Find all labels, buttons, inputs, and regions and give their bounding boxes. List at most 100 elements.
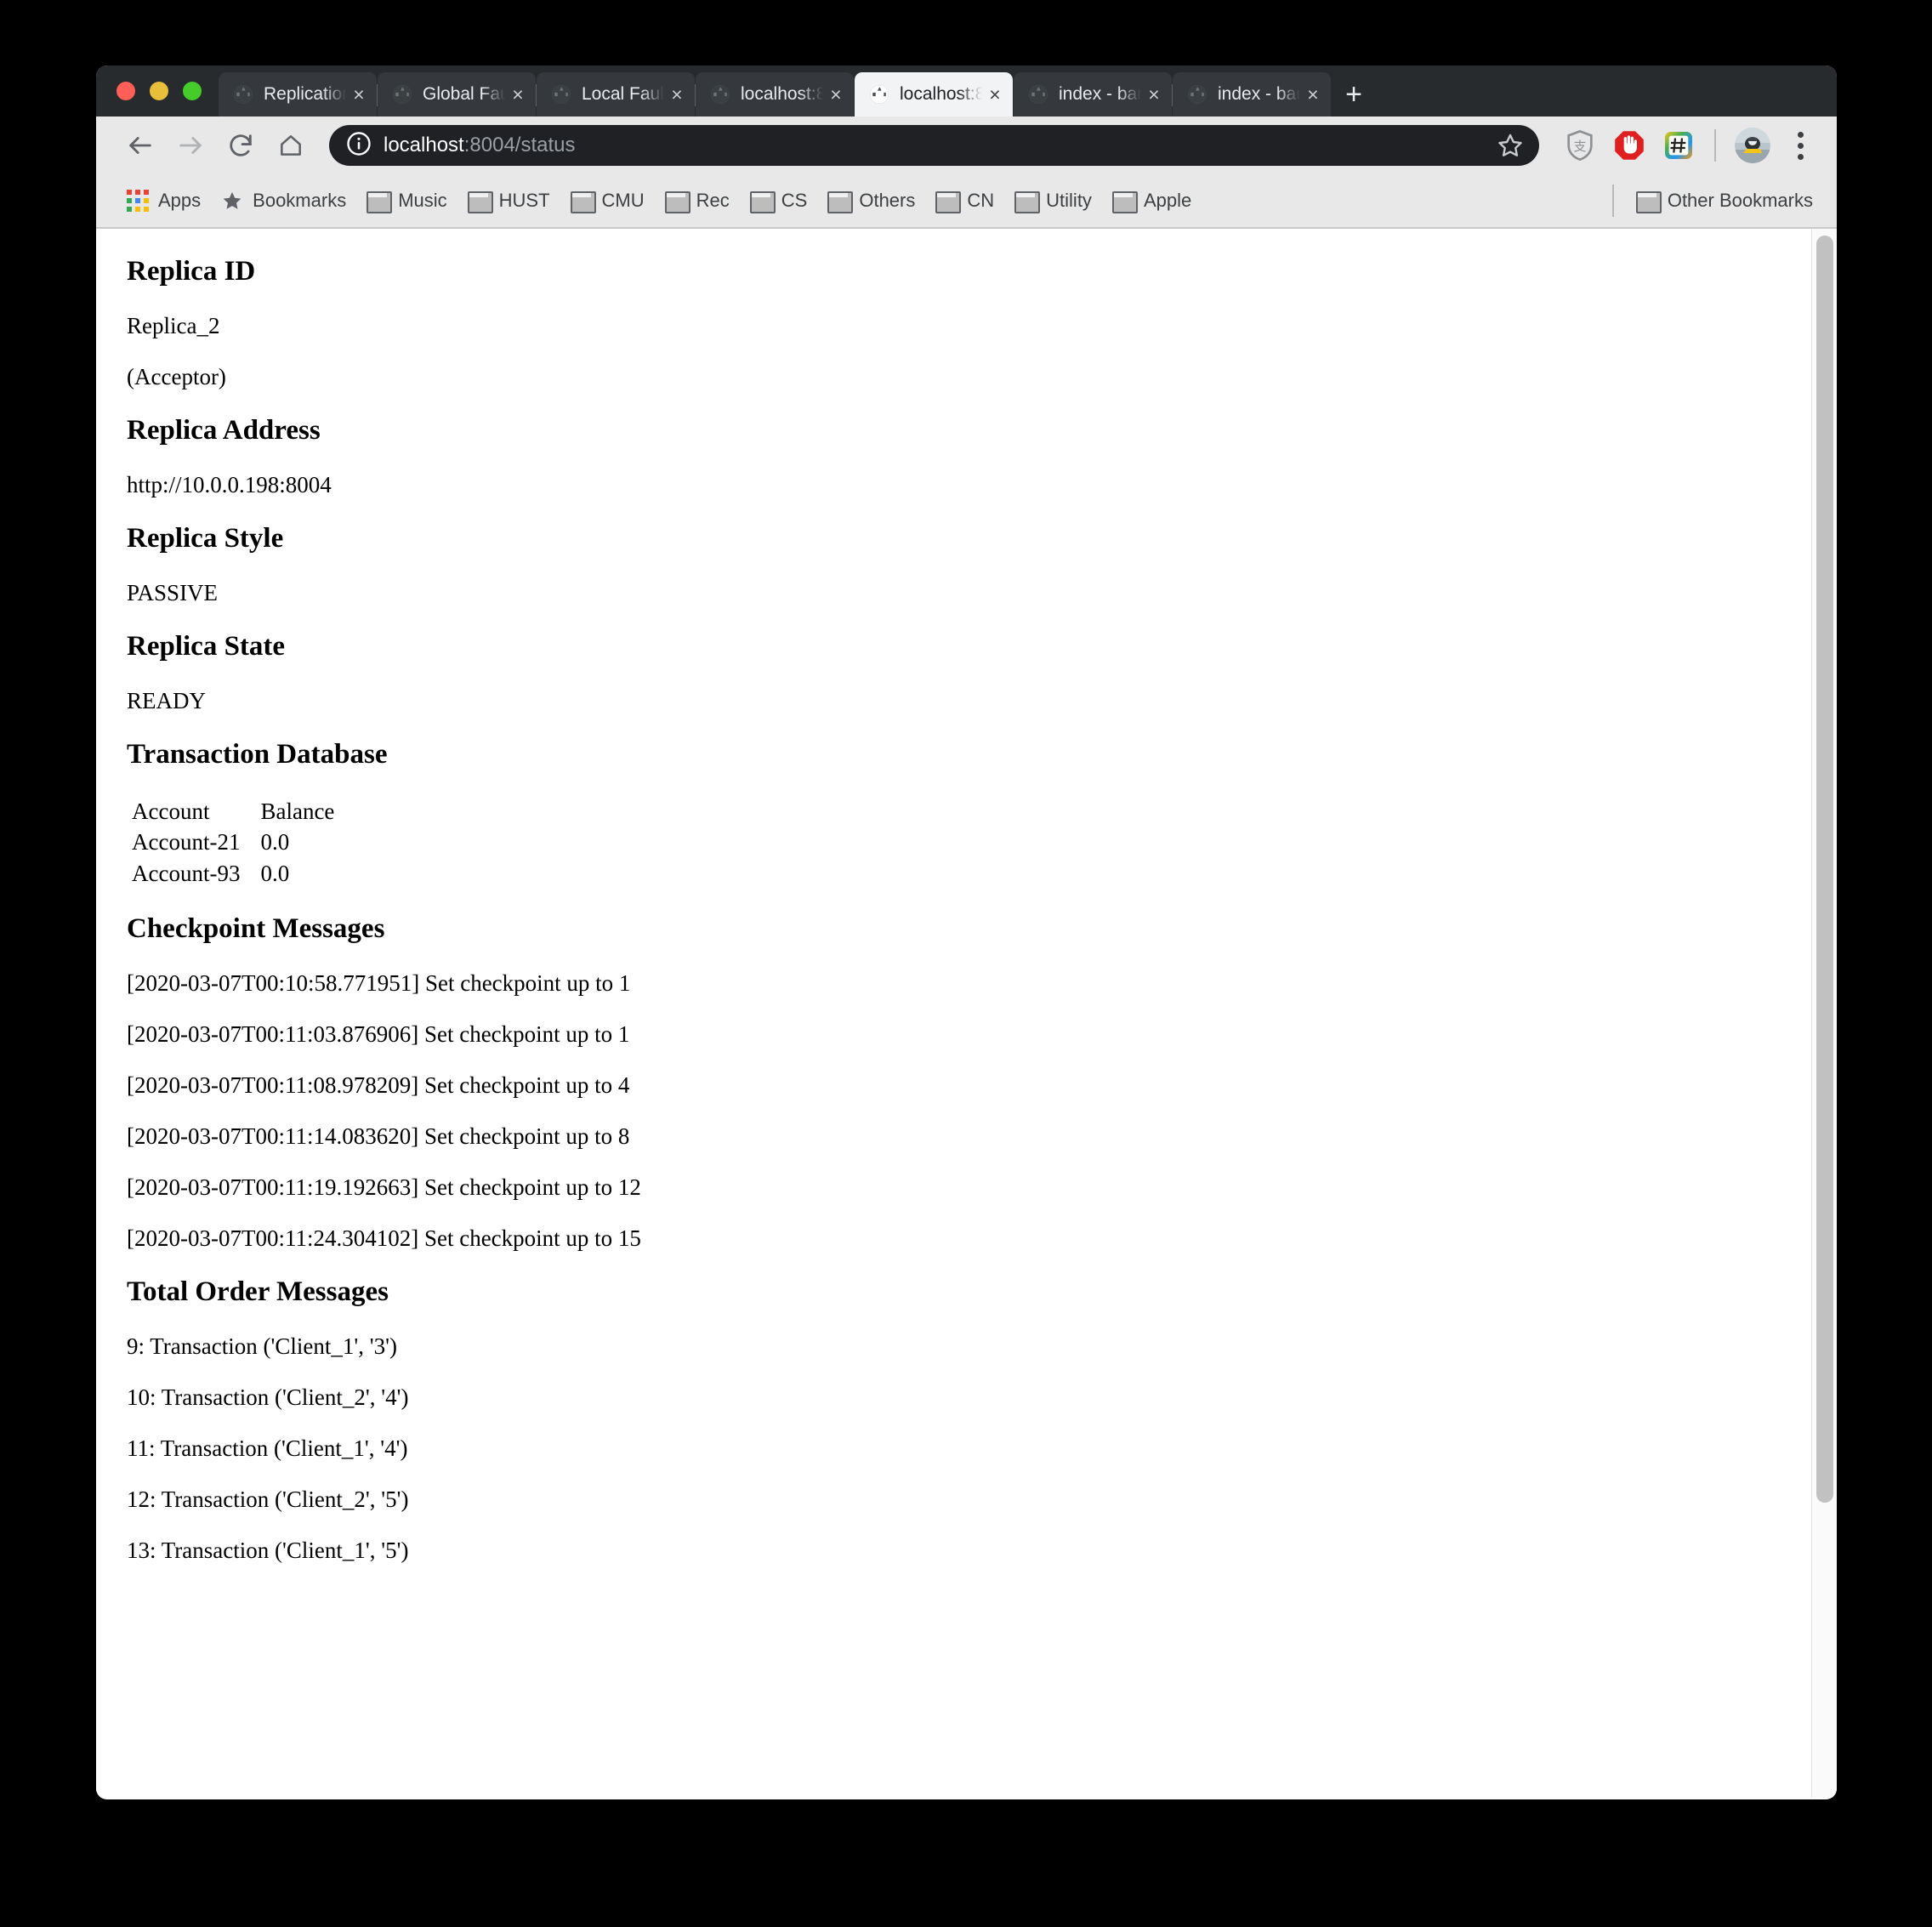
globe-icon	[232, 83, 254, 105]
tab-replication[interactable]: Replication ×	[219, 72, 377, 117]
home-icon[interactable]	[267, 122, 315, 169]
globe-icon	[1027, 83, 1049, 105]
bookmark-label: Rec	[696, 190, 730, 211]
tab-local-fault[interactable]: Local Fault ×	[536, 72, 695, 117]
window-traffic-lights	[96, 65, 219, 117]
close-tab-button[interactable]: ×	[664, 82, 690, 107]
column-header-balance: Balance	[260, 798, 335, 824]
star-outline-icon[interactable]	[1490, 132, 1531, 159]
folder-icon	[827, 191, 854, 213]
adblock-stop-hand-icon[interactable]	[1609, 125, 1650, 166]
replica-role-value: (Acceptor)	[127, 363, 226, 389]
total-order-message: 11: Transaction ('Client_1', '4')	[127, 1435, 408, 1462]
hashtag-note-icon[interactable]	[1658, 125, 1699, 166]
checkpoint-message: [2020-03-07T00:11:03.876906] Set checkpo…	[127, 1021, 630, 1048]
three-dot-menu-icon[interactable]	[1781, 125, 1820, 166]
tab-localhost-1[interactable]: localhost:8 ×	[695, 72, 854, 117]
tab-title: Global Fault	[423, 84, 505, 104]
bookmark-utility[interactable]: Utility	[1004, 182, 1102, 219]
checkpoint-message: [2020-03-07T00:10:58.771951] Set checkpo…	[127, 970, 631, 997]
tab-global-fault[interactable]: Global Fault ×	[377, 72, 536, 117]
tab-localhost-2-active[interactable]: localhost:8 ×	[855, 72, 1013, 117]
folder-icon	[1014, 191, 1041, 213]
minimize-window-button[interactable]	[150, 82, 168, 100]
tab-title: localhost:8	[741, 84, 823, 104]
bookmark-rec[interactable]: Rec	[655, 182, 740, 219]
globe-icon	[1186, 83, 1208, 105]
total-order-message: 13: Transaction ('Client_1', '5')	[127, 1538, 409, 1564]
tab-title: index - bank	[1059, 84, 1141, 104]
page-scrollbar[interactable]	[1811, 229, 1837, 1798]
total-order-message: 12: Transaction ('Client_2', '5')	[127, 1486, 409, 1513]
bookmark-label: Bookmarks	[253, 190, 347, 211]
bookmark-label: Others	[859, 190, 916, 211]
profile-avatar[interactable]	[1735, 128, 1770, 163]
bookmark-cn[interactable]: CN	[925, 182, 1004, 219]
bookmark-label: Utility	[1046, 190, 1092, 211]
checkpoint-messages-heading: Checkpoint Messages	[127, 913, 385, 945]
alipay-shield-icon[interactable]: 支	[1560, 125, 1600, 166]
close-tab-button[interactable]: ×	[1300, 82, 1326, 107]
url-path: :8004/status	[463, 134, 576, 156]
reload-icon[interactable]	[217, 122, 264, 169]
new-tab-button[interactable]: +	[1331, 72, 1377, 117]
replica-style-value: PASSIVE	[127, 579, 219, 605]
checkpoint-message: [2020-03-07T00:11:08.978209] Set checkpo…	[127, 1072, 630, 1099]
total-order-message: 9: Transaction ('Client_1', '3')	[127, 1333, 397, 1360]
bookmarks-bar: Apps Bookmarks Music HUST CMU Rec CS Oth…	[96, 174, 1837, 229]
close-window-button[interactable]	[116, 82, 135, 100]
bookmark-other-bookmarks[interactable]: Other Bookmarks	[1626, 182, 1823, 219]
replica-id-value: Replica_2	[127, 312, 220, 338]
bookmark-label: CN	[967, 190, 995, 211]
globe-icon	[550, 83, 572, 105]
tab-index-bank-1[interactable]: index - bank ×	[1014, 72, 1172, 117]
bookmark-label: Other Bookmarks	[1667, 190, 1813, 211]
tab-title: index - bank	[1218, 84, 1300, 104]
info-circle-icon[interactable]	[346, 131, 372, 161]
forward-arrow-icon[interactable]	[167, 122, 214, 169]
folder-icon	[570, 191, 596, 213]
folder-icon	[367, 191, 393, 213]
bookmark-cmu[interactable]: CMU	[560, 182, 655, 219]
close-tab-button[interactable]: ×	[982, 82, 1008, 107]
browser-window: Replication × Global Fault × Local Fault…	[96, 65, 1837, 1799]
bookmark-label: CMU	[601, 190, 645, 211]
close-tab-button[interactable]: ×	[1141, 82, 1167, 107]
bookmarks-divider	[1611, 185, 1614, 217]
bookmark-label: HUST	[498, 190, 550, 211]
bookmark-others[interactable]: Others	[817, 182, 925, 219]
bookmark-apple[interactable]: Apple	[1102, 182, 1202, 219]
globe-icon	[391, 83, 413, 105]
bookmark-hust[interactable]: HUST	[457, 182, 560, 219]
checkpoint-message: [2020-03-07T00:11:24.304102] Set checkpo…	[127, 1225, 641, 1252]
scrollbar-thumb[interactable]	[1816, 236, 1833, 1503]
replica-address-heading: Replica Address	[127, 415, 321, 446]
checkpoint-message: [2020-03-07T00:11:14.083620] Set checkpo…	[127, 1123, 630, 1150]
folder-icon	[1635, 191, 1662, 213]
transaction-database-table: Account Balance Account-21 0.0 Account-9…	[127, 796, 349, 889]
bookmark-music[interactable]: Music	[356, 182, 457, 219]
toolbar-divider	[1714, 129, 1716, 162]
tab-index-bank-2[interactable]: index - bank ×	[1172, 72, 1331, 117]
table-row: Account-21 0.0	[127, 827, 349, 857]
close-tab-button[interactable]: ×	[505, 82, 531, 107]
folder-icon	[664, 191, 690, 213]
bookmark-cs[interactable]: CS	[740, 182, 818, 219]
back-arrow-icon[interactable]	[116, 122, 164, 169]
bookmark-label: Apps	[158, 190, 202, 211]
close-tab-button[interactable]: ×	[823, 82, 849, 107]
checkpoint-message: [2020-03-07T00:11:19.192663] Set checkpo…	[127, 1174, 641, 1201]
globe-icon	[709, 83, 731, 105]
close-tab-button[interactable]: ×	[346, 82, 372, 107]
bookmark-bookmarks[interactable]: Bookmarks	[211, 182, 356, 219]
replica-address-value: http://10.0.0.198:8004	[127, 471, 332, 497]
address-bar[interactable]: localhost:8004/status	[329, 125, 1539, 166]
cell-account: Account-93	[132, 860, 241, 886]
cell-account: Account-21	[132, 829, 241, 855]
cell-balance: 0.0	[260, 860, 290, 886]
maximize-window-button[interactable]	[183, 82, 202, 100]
globe-icon	[868, 83, 890, 105]
bookmark-label: CS	[781, 190, 808, 211]
bookmark-apps[interactable]: Apps	[116, 182, 211, 219]
column-header-account: Account	[132, 798, 210, 824]
